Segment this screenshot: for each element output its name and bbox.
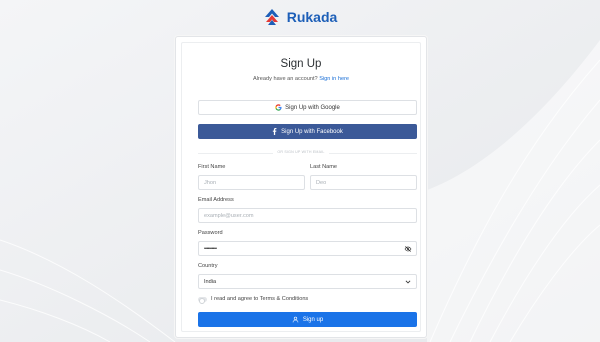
first-name-field[interactable]: Jhon bbox=[198, 175, 305, 190]
signin-prompt-text: Already have an account? bbox=[252, 76, 318, 82]
rukada-logo-icon bbox=[264, 9, 279, 25]
google-signup-label: Sign Up with Google bbox=[285, 104, 340, 111]
password-value: •••••••••• bbox=[204, 245, 217, 252]
signup-button-label: Sign up bbox=[302, 316, 324, 323]
brand-name: Rukada bbox=[286, 9, 338, 25]
signup-card: Sign Up Already have an account? Sign in… bbox=[175, 36, 427, 338]
signup-button[interactable]: Sign up bbox=[198, 312, 417, 327]
chevron-down-icon bbox=[405, 280, 411, 284]
divider-label: OR SIGN UP WITH EMAIL bbox=[182, 150, 420, 154]
google-icon bbox=[275, 104, 282, 111]
terms-toggle[interactable] bbox=[198, 297, 207, 304]
last-name-label: Last Name bbox=[310, 164, 338, 170]
first-name-placeholder: Jhon bbox=[204, 179, 217, 186]
country-selected: India bbox=[204, 278, 217, 285]
facebook-signup-label: Sign Up with Facebook bbox=[281, 128, 343, 135]
email-label: Email Address bbox=[198, 197, 234, 203]
signup-card-body: Sign Up Already have an account? Sign in… bbox=[181, 42, 421, 332]
last-name-field[interactable]: Deo bbox=[310, 175, 417, 190]
password-field[interactable]: •••••••••• bbox=[198, 241, 417, 256]
brand[interactable]: Rukada bbox=[0, 8, 600, 26]
last-name-placeholder: Deo bbox=[316, 179, 327, 186]
signin-link[interactable]: Sign in here bbox=[319, 76, 349, 82]
password-label: Password bbox=[198, 230, 223, 236]
first-name-label: First Name bbox=[198, 164, 226, 170]
page-title: Sign Up bbox=[280, 58, 322, 70]
divider-text: OR SIGN UP WITH EMAIL bbox=[273, 150, 329, 154]
signin-prompt: Already have an account? Sign in here bbox=[182, 76, 420, 82]
google-signup-button[interactable]: Sign Up with Google bbox=[198, 100, 417, 115]
country-label: Country bbox=[198, 263, 218, 269]
user-icon bbox=[292, 316, 299, 323]
email-field[interactable]: example@user.com bbox=[198, 208, 417, 223]
eye-slash-icon[interactable] bbox=[404, 245, 412, 253]
country-select[interactable]: India bbox=[198, 274, 417, 289]
email-placeholder: example@user.com bbox=[204, 212, 254, 219]
facebook-icon bbox=[272, 128, 277, 135]
terms-label: I read and agree to Terms & Conditions bbox=[211, 296, 309, 302]
facebook-signup-button[interactable]: Sign Up with Facebook bbox=[198, 124, 417, 139]
